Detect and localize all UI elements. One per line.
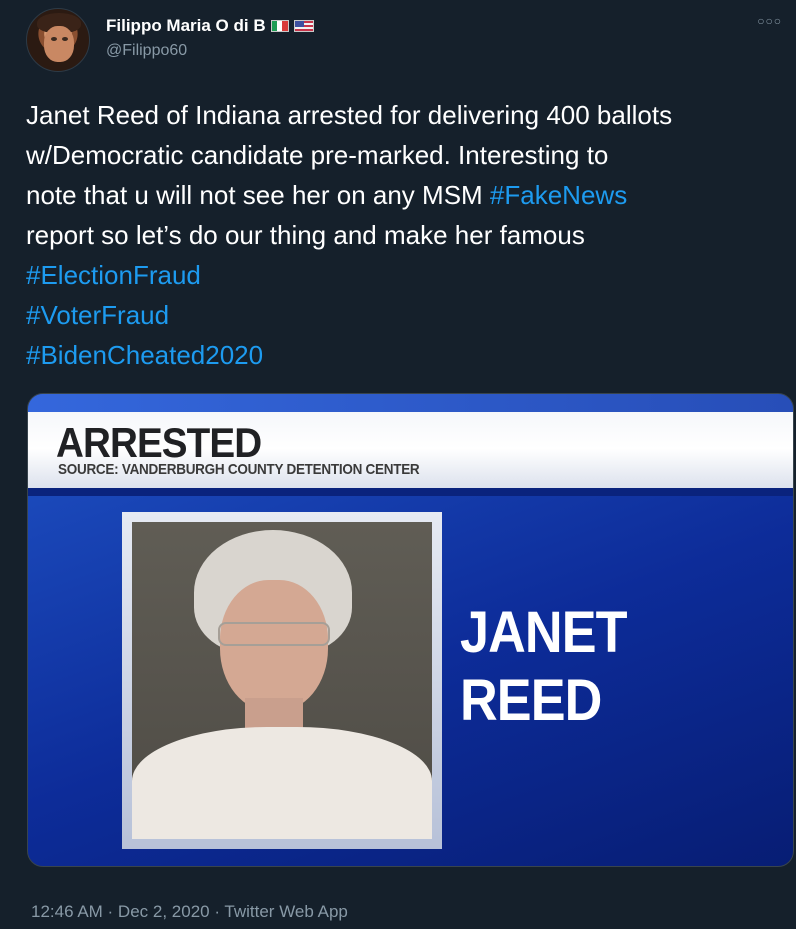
- tweet-timestamp[interactable]: 12:46 AM · Dec 2, 2020 · Twitter Web App: [31, 902, 348, 922]
- italy-flag-icon: [270, 20, 289, 32]
- mugshot-shirt: [132, 727, 432, 839]
- tweet-line-3-text: note that u will not see her on any MSM: [26, 180, 490, 210]
- tweet-line-3: note that u will not see her on any MSM …: [26, 175, 786, 215]
- tweet-line-2: w/Democratic candidate pre-marked. Inter…: [26, 140, 609, 170]
- news-person-name: JANET REED: [460, 599, 628, 735]
- news-headline: ARRESTED: [56, 419, 262, 466]
- tweet-media-image[interactable]: ARRESTED SOURCE: VANDERBURGH COUNTY DETE…: [27, 393, 794, 867]
- author-name-text[interactable]: Filippo Maria O di B: [106, 16, 266, 36]
- mugshot-glasses: [218, 622, 330, 646]
- tweet-line-4: report so let’s do our thing and make he…: [26, 220, 585, 250]
- mugshot-photo: [132, 522, 432, 839]
- hashtag-voterfraud[interactable]: #VoterFraud: [26, 295, 786, 335]
- mugshot-face: [220, 580, 328, 712]
- avatar[interactable]: [26, 8, 90, 72]
- avatar-eye-right: [62, 37, 68, 41]
- news-source: SOURCE: VANDERBURGH COUNTY DETENTION CEN…: [58, 461, 420, 478]
- news-banner-accent: [28, 488, 793, 496]
- tweet-card: Filippo Maria O di B @Filippo60 ○○○ Jane…: [0, 0, 796, 929]
- news-person-name-line-2: REED: [460, 668, 602, 733]
- avatar-face: [44, 26, 74, 62]
- tweet-text: Janet Reed of Indiana arrested for deliv…: [26, 95, 786, 375]
- more-icon[interactable]: ○○○: [757, 14, 782, 28]
- mugshot-frame: [122, 512, 442, 849]
- author-name[interactable]: Filippo Maria O di B: [106, 16, 314, 36]
- tweet-line-1: Janet Reed of Indiana arrested for deliv…: [26, 100, 673, 130]
- hashtag-fakenews[interactable]: #FakeNews: [490, 180, 627, 210]
- news-person-name-line-1: JANET: [460, 600, 628, 665]
- avatar-eye-left: [51, 37, 57, 41]
- hashtag-bidencheated2020[interactable]: #BidenCheated2020: [26, 335, 786, 375]
- author-handle[interactable]: @Filippo60: [106, 42, 187, 60]
- us-flag-icon: [293, 20, 314, 32]
- hashtag-electionfraud[interactable]: #ElectionFraud: [26, 255, 786, 295]
